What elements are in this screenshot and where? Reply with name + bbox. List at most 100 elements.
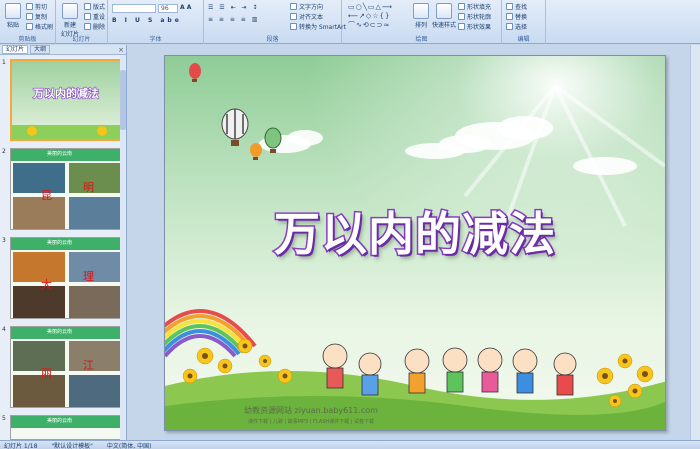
thumbnail-title: 万以内的减法: [32, 86, 99, 100]
copy-button[interactable]: 复制: [26, 12, 47, 21]
thumbnail-char: 丽: [41, 367, 52, 380]
smartart-button[interactable]: 转换为 SmartArt: [290, 22, 346, 31]
theme-name: "默认设计模板": [51, 442, 93, 449]
font-style-buttons[interactable]: B I U S abe: [112, 17, 182, 24]
group-label: 剪贴板: [18, 36, 37, 43]
delete-slide-button[interactable]: 删除: [84, 22, 105, 31]
layout-icon: [84, 3, 91, 10]
reset-button[interactable]: 重设: [84, 12, 105, 21]
ribbon: 粘贴 剪切 复制 格式刷 剪贴板 新建 幻灯片 版式 重设 删除 幻灯片 96 …: [0, 0, 700, 44]
powerpoint-window: 粘贴 剪切 复制 格式刷 剪贴板 新建 幻灯片 版式 重设 删除 幻灯片 96 …: [0, 0, 700, 449]
replace-icon: [506, 13, 513, 20]
align-buttons[interactable]: ≡ ≡ ≡ ≡ ▥: [208, 16, 259, 23]
smartart-icon: [290, 23, 297, 30]
close-icon[interactable]: ×: [118, 46, 124, 54]
slide-editor: 万以内的减法 幼教资源网站 ziyuan.baby611.com 课件下载 | …: [128, 45, 700, 440]
slides-pane: 幻灯片 大纲 × 1 万以内的减法 2 美丽的云南 昆 明 3 美丽的云南 大 …: [0, 45, 127, 440]
font-group: 96 A A B I U S abe 字体: [108, 0, 204, 44]
slide-number: 4: [2, 326, 6, 333]
slide-thumbnail-5[interactable]: 美丽的云南: [10, 415, 122, 440]
group-label: 幻灯片: [72, 36, 91, 43]
binoculars-icon: [506, 3, 513, 10]
thumbnail-image: [11, 149, 121, 229]
thumbnail-image: [12, 61, 120, 139]
effects-icon: [458, 23, 465, 30]
align-text-button[interactable]: 对齐文本: [290, 12, 323, 21]
slide-number: 3: [2, 237, 6, 244]
arrange-icon: [413, 3, 429, 19]
font-name-combo[interactable]: [112, 4, 156, 13]
thumbnail-char: 江: [83, 359, 94, 372]
thumbnail-char: 昆: [41, 189, 52, 202]
delete-icon: [84, 23, 91, 30]
status-bar: 幻灯片 1/18 "默认设计模板" 中文(简体, 中国): [0, 440, 700, 449]
language-status: 中文(简体, 中国): [106, 442, 152, 449]
paste-icon: [5, 3, 21, 19]
group-label: 编辑: [517, 36, 530, 43]
slide-thumbnail-3[interactable]: 美丽的云南 大 理: [10, 237, 122, 319]
arrange-button[interactable]: 排列: [410, 3, 432, 29]
editing-group: 查找 替换 选择 编辑: [502, 0, 546, 44]
copy-icon: [26, 13, 33, 20]
new-slide-button[interactable]: 新建 幻灯片: [58, 3, 82, 38]
shapes-gallery[interactable]: ▭○╲▭△⟶ ⟵↗◇☆{} ⌒∿⟲⊂⊃≈: [348, 3, 408, 31]
slide-number: 5: [2, 415, 6, 422]
font-size-value: 96: [161, 5, 169, 12]
slide-title[interactable]: 万以内的减法: [165, 198, 665, 264]
thumbnail-caption: 美丽的云南: [47, 418, 73, 424]
align-text-icon: [290, 13, 297, 20]
thumbnail-caption: 美丽的云南: [47, 329, 73, 335]
slides-group: 新建 幻灯片 版式 重设 删除 幻灯片: [56, 0, 108, 44]
text-direction-button[interactable]: 文字方向: [290, 2, 323, 11]
paragraph-group: ☰ ☰ ⇤ ⇥ ↕ ≡ ≡ ≡ ≡ ▥ 文字方向 对齐文本 转换为 SmartA…: [204, 0, 346, 44]
replace-button[interactable]: 替换: [506, 12, 527, 21]
cursor-icon: [506, 23, 513, 30]
reset-icon: [84, 13, 91, 20]
cut-button[interactable]: 剪切: [26, 2, 47, 11]
thumbnail-image: [11, 238, 121, 318]
group-label: 段落: [266, 36, 279, 43]
watermark-links: 课件下载 | 儿歌 | 故事MP3 | FLASH课件下载 | 试卷下载: [247, 419, 375, 425]
scissors-icon: [26, 3, 33, 10]
slide-position: 幻灯片 1/18: [4, 442, 38, 449]
slide-thumbnail-2[interactable]: 美丽的云南 昆 明: [10, 148, 122, 230]
group-label: 字体: [149, 36, 162, 43]
shape-outline-button[interactable]: 形状轮廓: [458, 12, 491, 21]
paste-button[interactable]: 粘贴: [2, 3, 24, 29]
tab-slides[interactable]: 幻灯片: [2, 45, 29, 54]
drawing-group: ▭○╲▭△⟶ ⟵↗◇☆{} ⌒∿⟲⊂⊃≈ 排列 快速样式 形状填充 形状轮廓 形状效…: [342, 0, 502, 44]
thumbnail-char: 大: [41, 278, 52, 291]
find-button[interactable]: 查找: [506, 2, 527, 11]
fill-icon: [458, 3, 465, 10]
brush-icon: [26, 23, 33, 30]
thumbnail-caption: 美丽的云南: [47, 151, 73, 157]
outline-icon: [458, 13, 465, 20]
quick-styles-button[interactable]: 快速样式: [432, 3, 456, 29]
format-painter-button[interactable]: 格式刷: [26, 22, 53, 31]
quick-styles-icon: [436, 3, 452, 19]
pane-tabs: 幻灯片 大纲 ×: [0, 45, 126, 55]
scrollbar-thumb[interactable]: [120, 70, 126, 130]
list-buttons[interactable]: ☰ ☰ ⇤ ⇥ ↕: [208, 4, 259, 11]
editor-scrollbar[interactable]: [690, 45, 700, 440]
layout-button[interactable]: 版式: [84, 2, 105, 11]
text-direction-icon: [290, 3, 297, 10]
shape-effects-button[interactable]: 形状效果: [458, 22, 491, 31]
new-slide-icon: [62, 3, 78, 19]
slide-number: 1: [2, 59, 6, 66]
thumbnail-scrollbar[interactable]: [120, 55, 126, 440]
slide-number: 2: [2, 148, 6, 155]
shape-fill-button[interactable]: 形状填充: [458, 2, 491, 11]
slide-thumbnail-4[interactable]: 美丽的云南 丽 江: [10, 326, 122, 408]
font-size-combo[interactable]: 96: [158, 4, 178, 13]
watermark-text: 幼教资源网站 ziyuan.baby611.com: [244, 406, 378, 415]
group-label: 绘图: [415, 36, 428, 43]
current-slide[interactable]: 万以内的减法 幼教资源网站 ziyuan.baby611.com 课件下载 | …: [164, 55, 666, 431]
grow-font-button[interactable]: A A: [180, 4, 191, 11]
thumbnail-caption: 美丽的云南: [47, 240, 73, 246]
tab-outline[interactable]: 大纲: [30, 45, 51, 54]
clipboard-group: 粘贴 剪切 复制 格式刷 剪贴板: [0, 0, 56, 44]
select-button[interactable]: 选择: [506, 22, 527, 31]
thumbnail-char: 理: [83, 270, 94, 283]
slide-thumbnail-1[interactable]: 万以内的减法: [10, 59, 122, 141]
